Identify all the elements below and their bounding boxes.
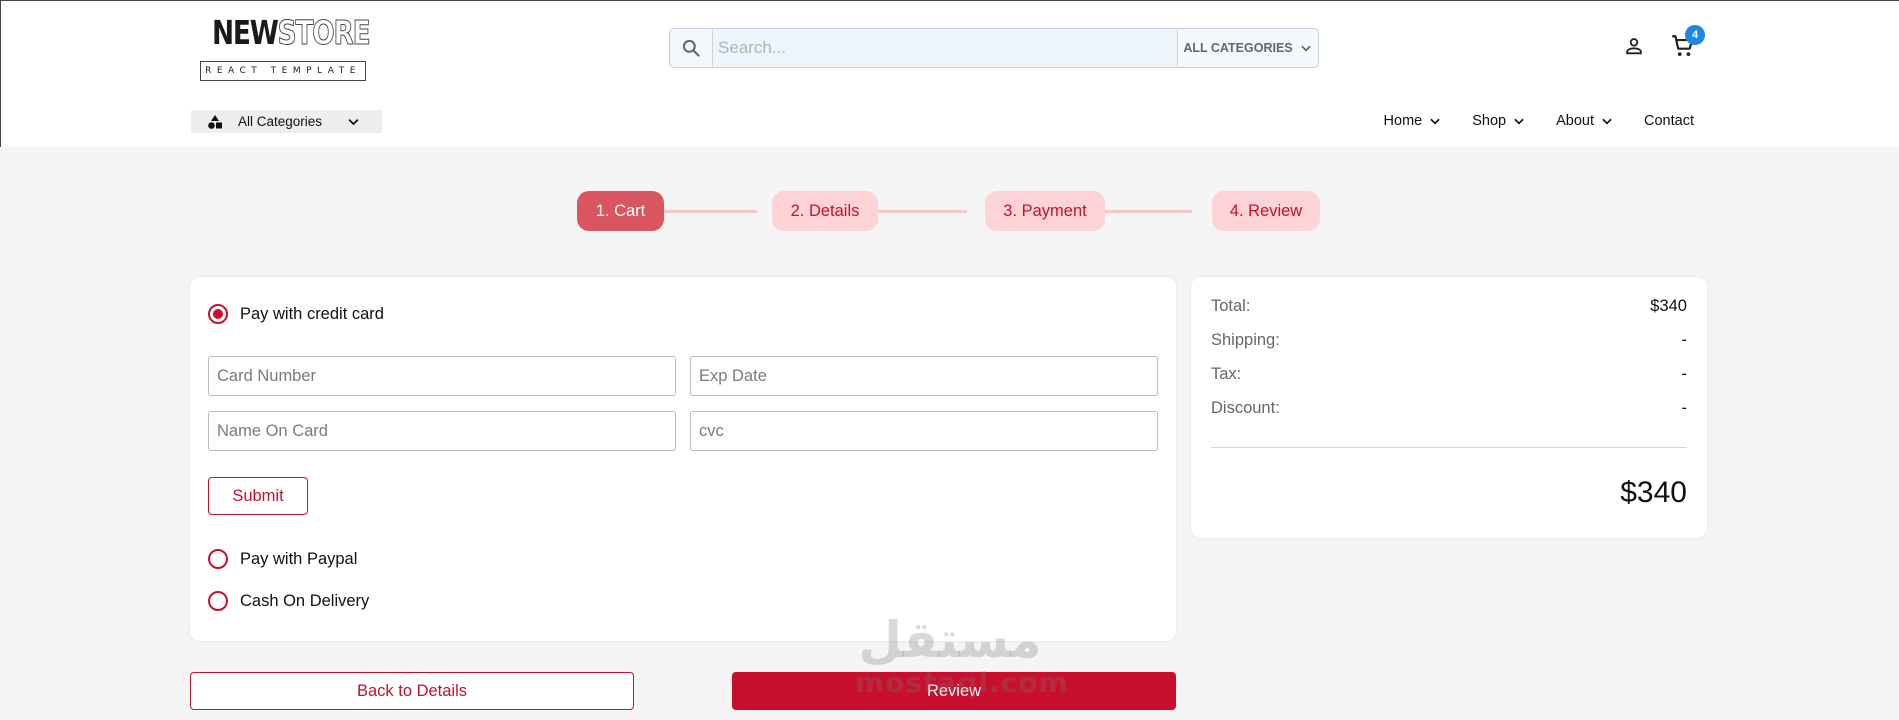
back-to-details-button[interactable]: Back to Details xyxy=(190,672,634,710)
cart-count-badge: 4 xyxy=(1685,25,1705,45)
cvc-field[interactable] xyxy=(690,411,1158,451)
search-icon xyxy=(682,39,700,57)
step-cart[interactable]: 1. Cart xyxy=(577,191,664,231)
search-bar: ALL CATEGORIES xyxy=(669,28,1319,68)
search-category-select[interactable]: ALL CATEGORIES xyxy=(1177,29,1318,67)
nav-item-shop[interactable]: Shop xyxy=(1472,113,1526,129)
summary-row-tax: Tax: - xyxy=(1211,365,1687,384)
search-button[interactable] xyxy=(670,29,713,67)
summary-label: Shipping: xyxy=(1211,331,1280,349)
radio-unchecked[interactable] xyxy=(208,549,228,569)
chevron-down-icon xyxy=(1602,118,1612,125)
order-summary: Total: $340 Shipping: - Tax: - Discount:… xyxy=(1191,277,1707,538)
summary-label: Discount: xyxy=(1211,399,1280,417)
summary-row-total: Total: $340 xyxy=(1211,297,1687,316)
all-categories-dropdown[interactable]: All Categories xyxy=(191,110,382,133)
summary-value: - xyxy=(1681,331,1688,349)
search-input[interactable] xyxy=(713,29,1177,67)
summary-label: Total: xyxy=(1211,297,1251,315)
site-header: NEWSTORE REACT TEMPLATE ALL CATEGORIES 4 xyxy=(0,0,1899,147)
option-label: Pay with credit card xyxy=(240,304,384,323)
summary-row-discount: Discount: - xyxy=(1211,399,1687,418)
option-label: Pay with Paypal xyxy=(240,549,358,568)
review-button[interactable]: Review xyxy=(732,672,1176,710)
shapes-icon xyxy=(208,114,222,129)
main-nav: Home Shop About Contact xyxy=(1384,113,1694,129)
summary-value: - xyxy=(1681,399,1688,417)
logo-word-store: STORE xyxy=(277,13,371,52)
step-connector xyxy=(657,210,757,213)
cash-on-delivery-option[interactable]: Cash On Delivery xyxy=(208,591,369,611)
chevron-down-icon xyxy=(1430,118,1440,125)
radio-unchecked[interactable] xyxy=(208,591,228,611)
search-category-label: ALL CATEGORIES xyxy=(1183,41,1293,55)
option-label: Cash On Delivery xyxy=(240,591,370,610)
chevron-down-icon xyxy=(1301,45,1311,52)
logo-wordmark: NEWSTORE xyxy=(212,13,371,52)
step-details[interactable]: 2. Details xyxy=(772,191,878,231)
nav-item-label: About xyxy=(1556,113,1595,129)
summary-value: $340 xyxy=(1650,297,1687,315)
name-on-card-field[interactable] xyxy=(208,411,676,451)
grand-total: $340 xyxy=(1620,476,1687,509)
chevron-down-icon xyxy=(1514,118,1524,125)
logo-tagline: REACT TEMPLATE xyxy=(200,61,366,81)
pay-paypal-option[interactable]: Pay with Paypal xyxy=(208,549,357,569)
user-icon[interactable] xyxy=(1623,35,1645,57)
step-payment[interactable]: 3. Payment xyxy=(985,191,1105,231)
checkout-stepper: 1. Cart 2. Details 3. Payment 4. Review xyxy=(577,191,1320,231)
summary-divider xyxy=(1211,447,1687,448)
nav-item-contact[interactable]: Contact xyxy=(1644,113,1694,129)
pay-credit-card-option[interactable]: Pay with credit card xyxy=(208,304,384,324)
logo-word-new: NEW xyxy=(212,13,279,52)
nav-item-about[interactable]: About xyxy=(1556,113,1614,129)
nav-item-label: Contact xyxy=(1644,113,1694,129)
all-categories-label: All Categories xyxy=(238,114,323,129)
submit-button[interactable]: Submit xyxy=(208,477,308,515)
nav-item-home[interactable]: Home xyxy=(1384,113,1443,129)
store-logo[interactable]: NEWSTORE REACT TEMPLATE xyxy=(200,13,371,81)
nav-item-label: Shop xyxy=(1472,113,1507,129)
nav-item-label: Home xyxy=(1383,113,1423,129)
summary-value: - xyxy=(1681,365,1688,383)
summary-row-shipping: Shipping: - xyxy=(1211,331,1687,350)
step-review[interactable]: 4. Review xyxy=(1212,191,1320,231)
summary-label: Tax: xyxy=(1211,365,1242,383)
radio-checked[interactable] xyxy=(208,304,228,324)
exp-date-field[interactable] xyxy=(690,356,1158,396)
payment-card: Pay with credit card Submit Pay with Pay… xyxy=(190,277,1176,641)
chevron-down-icon xyxy=(348,119,359,126)
card-number-field[interactable] xyxy=(208,356,676,396)
